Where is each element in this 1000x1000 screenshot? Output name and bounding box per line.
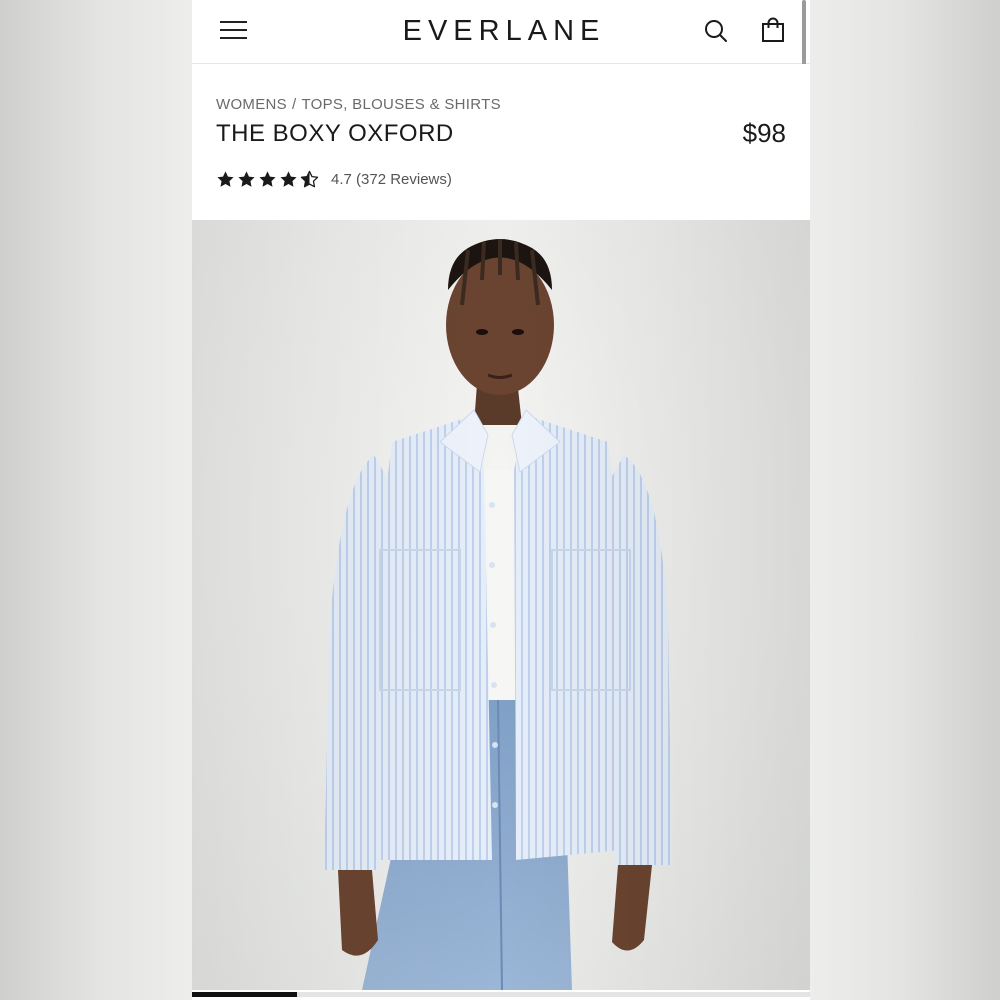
- breadcrumb: WOMENS / TOPS, BLOUSES & SHIRTS: [216, 96, 501, 113]
- gallery-progress[interactable]: [192, 992, 810, 997]
- product-rating[interactable]: 4.7 (372 Reviews): [216, 168, 452, 190]
- breadcrumb-tops-blouses-shirts[interactable]: TOPS, BLOUSES & SHIRTS: [301, 96, 500, 113]
- rating-summary[interactable]: 4.7 (372 Reviews): [331, 171, 452, 188]
- shopping-bag-icon[interactable]: [760, 17, 786, 43]
- top-navigation: EVERLANE: [192, 0, 810, 64]
- breadcrumb-separator: /: [291, 96, 297, 113]
- star-icon: [259, 170, 276, 187]
- product-title: THE BOXY OXFORD: [216, 120, 454, 147]
- product-image[interactable]: [192, 220, 810, 990]
- search-icon[interactable]: [703, 18, 729, 44]
- breadcrumb-womens[interactable]: WOMENS: [216, 96, 287, 113]
- star-half-icon: [300, 170, 319, 187]
- star-icon: [280, 170, 297, 187]
- star-icon: [238, 170, 255, 187]
- product-info: WOMENS / TOPS, BLOUSES & SHIRTS THE BOXY O…: [192, 64, 810, 219]
- rating-stars: [216, 170, 319, 189]
- mobile-page: EVERLANE WOMENS / TOPS, BLOUSES & SHIRTS T…: [192, 0, 810, 1000]
- model-photo-illustration: [192, 220, 810, 990]
- product-price: $98: [742, 118, 786, 148]
- gallery-progress-fill: [192, 992, 298, 997]
- star-icon: [217, 170, 234, 187]
